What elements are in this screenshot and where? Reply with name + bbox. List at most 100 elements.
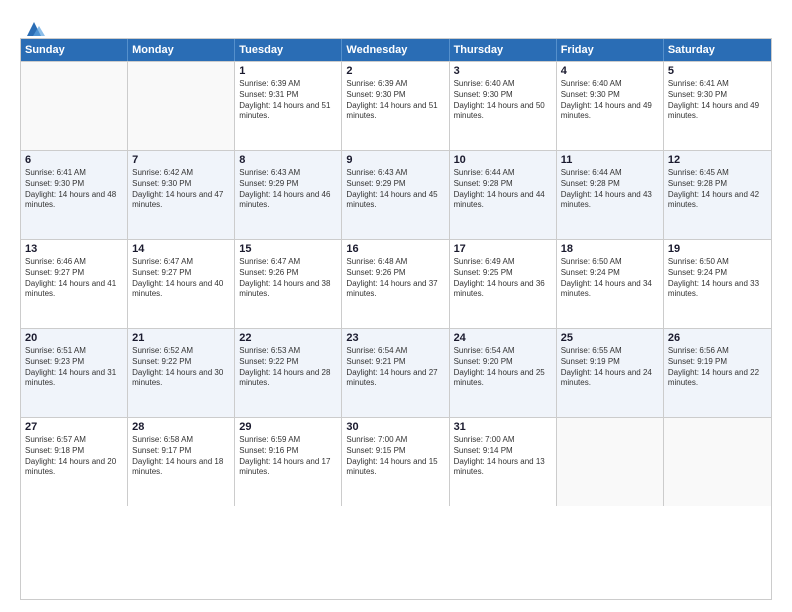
cell-info: Sunrise: 6:50 AM Sunset: 9:24 PM Dayligh… — [668, 257, 767, 300]
day-number: 12 — [668, 154, 767, 166]
cell-info: Sunrise: 6:47 AM Sunset: 9:26 PM Dayligh… — [239, 257, 337, 300]
calendar-cell: 25 Sunrise: 6:55 AM Sunset: 9:19 PM Dayli… — [557, 329, 664, 417]
calendar-cell: 12 Sunrise: 6:45 AM Sunset: 9:28 PM Dayli… — [664, 151, 771, 239]
day-number: 19 — [668, 243, 767, 255]
day-number: 8 — [239, 154, 337, 166]
calendar-cell: 26Sunrise: 6:56 AM Sunset: 9:19 PM Dayli… — [664, 329, 771, 417]
calendar-row: 27 Sunrise: 6:57 AM Sunset: 9:18 PM Dayli… — [21, 417, 771, 506]
cell-info: Sunrise: 7:00 AM Sunset: 9:14 PM Dayligh… — [454, 435, 552, 478]
day-number: 9 — [346, 154, 444, 166]
day-number: 15 — [239, 243, 337, 255]
day-number: 10 — [454, 154, 552, 166]
calendar-header: SundayMondayTuesdayWednesdayThursdayFrid… — [21, 39, 771, 61]
day-number: 27 — [25, 421, 123, 433]
cell-info: Sunrise: 6:56 AM Sunset: 9:19 PM Dayligh… — [668, 346, 767, 389]
calendar-cell: 6 Sunrise: 6:41 AM Sunset: 9:30 PM Daylig… — [21, 151, 128, 239]
logo — [20, 18, 45, 28]
cell-info: Sunrise: 6:45 AM Sunset: 9:28 PM Dayligh… — [668, 168, 767, 211]
day-number: 14 — [132, 243, 230, 255]
calendar-row: 1 Sunrise: 6:39 AM Sunset: 9:31 PM Daylig… — [21, 61, 771, 150]
weekday-header: Thursday — [450, 39, 557, 61]
calendar-cell: 27 Sunrise: 6:57 AM Sunset: 9:18 PM Dayli… — [21, 418, 128, 506]
cell-info: Sunrise: 6:54 AM Sunset: 9:20 PM Dayligh… — [454, 346, 552, 389]
cell-info: Sunrise: 6:51 AM Sunset: 9:23 PM Dayligh… — [25, 346, 123, 389]
calendar-cell: 13 Sunrise: 6:46 AM Sunset: 9:27 PM Dayli… — [21, 240, 128, 328]
day-number: 24 — [454, 332, 552, 344]
day-number: 2 — [346, 65, 444, 77]
cell-info: Sunrise: 7:00 AM Sunset: 9:15 PM Dayligh… — [346, 435, 444, 478]
calendar-cell: 22 Sunrise: 6:53 AM Sunset: 9:22 PM Dayli… — [235, 329, 342, 417]
cell-info: Sunrise: 6:47 AM Sunset: 9:27 PM Dayligh… — [132, 257, 230, 300]
calendar-cell — [21, 62, 128, 150]
logo-icon — [23, 18, 45, 40]
cell-info: Sunrise: 6:42 AM Sunset: 9:30 PM Dayligh… — [132, 168, 230, 211]
day-number: 16 — [346, 243, 444, 255]
day-number: 22 — [239, 332, 337, 344]
day-number: 28 — [132, 421, 230, 433]
calendar-body: 1 Sunrise: 6:39 AM Sunset: 9:31 PM Daylig… — [21, 61, 771, 506]
calendar-cell: 3 Sunrise: 6:40 AM Sunset: 9:30 PM Daylig… — [450, 62, 557, 150]
cell-info: Sunrise: 6:43 AM Sunset: 9:29 PM Dayligh… — [346, 168, 444, 211]
cell-info: Sunrise: 6:55 AM Sunset: 9:19 PM Dayligh… — [561, 346, 659, 389]
day-number: 13 — [25, 243, 123, 255]
weekday-header: Friday — [557, 39, 664, 61]
day-number: 20 — [25, 332, 123, 344]
calendar-cell: 20 Sunrise: 6:51 AM Sunset: 9:23 PM Dayli… — [21, 329, 128, 417]
cell-info: Sunrise: 6:53 AM Sunset: 9:22 PM Dayligh… — [239, 346, 337, 389]
cell-info: Sunrise: 6:40 AM Sunset: 9:30 PM Dayligh… — [454, 79, 552, 122]
calendar-cell: 30Sunrise: 7:00 AM Sunset: 9:15 PM Dayli… — [342, 418, 449, 506]
cell-info: Sunrise: 6:52 AM Sunset: 9:22 PM Dayligh… — [132, 346, 230, 389]
day-number: 4 — [561, 65, 659, 77]
calendar-row: 13 Sunrise: 6:46 AM Sunset: 9:27 PM Dayli… — [21, 239, 771, 328]
cell-info: Sunrise: 6:49 AM Sunset: 9:25 PM Dayligh… — [454, 257, 552, 300]
day-number: 18 — [561, 243, 659, 255]
cell-info: Sunrise: 6:46 AM Sunset: 9:27 PM Dayligh… — [25, 257, 123, 300]
cell-info: Sunrise: 6:44 AM Sunset: 9:28 PM Dayligh… — [561, 168, 659, 211]
calendar: SundayMondayTuesdayWednesdayThursdayFrid… — [20, 38, 772, 600]
calendar-cell: 5 Sunrise: 6:41 AM Sunset: 9:30 PM Daylig… — [664, 62, 771, 150]
cell-info: Sunrise: 6:39 AM Sunset: 9:30 PM Dayligh… — [346, 79, 444, 122]
calendar-cell: 11 Sunrise: 6:44 AM Sunset: 9:28 PM Dayli… — [557, 151, 664, 239]
calendar-cell: 9 Sunrise: 6:43 AM Sunset: 9:29 PM Daylig… — [342, 151, 449, 239]
calendar-cell — [557, 418, 664, 506]
calendar-cell: 8Sunrise: 6:43 AM Sunset: 9:29 PM Daylig… — [235, 151, 342, 239]
day-number: 23 — [346, 332, 444, 344]
calendar-cell: 17 Sunrise: 6:49 AM Sunset: 9:25 PM Dayli… — [450, 240, 557, 328]
cell-info: Sunrise: 6:57 AM Sunset: 9:18 PM Dayligh… — [25, 435, 123, 478]
calendar-cell: 21Sunrise: 6:52 AM Sunset: 9:22 PM Dayli… — [128, 329, 235, 417]
calendar-cell: 31Sunrise: 7:00 AM Sunset: 9:14 PM Dayli… — [450, 418, 557, 506]
weekday-header: Sunday — [21, 39, 128, 61]
day-number: 5 — [668, 65, 767, 77]
cell-info: Sunrise: 6:50 AM Sunset: 9:24 PM Dayligh… — [561, 257, 659, 300]
day-number: 3 — [454, 65, 552, 77]
day-number: 29 — [239, 421, 337, 433]
calendar-cell: 1 Sunrise: 6:39 AM Sunset: 9:31 PM Daylig… — [235, 62, 342, 150]
cell-info: Sunrise: 6:41 AM Sunset: 9:30 PM Dayligh… — [668, 79, 767, 122]
weekday-header: Monday — [128, 39, 235, 61]
calendar-cell — [128, 62, 235, 150]
calendar-cell: 15 Sunrise: 6:47 AM Sunset: 9:26 PM Dayli… — [235, 240, 342, 328]
calendar-cell — [664, 418, 771, 506]
day-number: 11 — [561, 154, 659, 166]
weekday-header: Wednesday — [342, 39, 449, 61]
cell-info: Sunrise: 6:58 AM Sunset: 9:17 PM Dayligh… — [132, 435, 230, 478]
header — [20, 18, 772, 28]
day-number: 17 — [454, 243, 552, 255]
calendar-cell: 18 Sunrise: 6:50 AM Sunset: 9:24 PM Dayli… — [557, 240, 664, 328]
calendar-cell: 14 Sunrise: 6:47 AM Sunset: 9:27 PM Dayli… — [128, 240, 235, 328]
cell-info: Sunrise: 6:41 AM Sunset: 9:30 PM Dayligh… — [25, 168, 123, 211]
cell-info: Sunrise: 6:54 AM Sunset: 9:21 PM Dayligh… — [346, 346, 444, 389]
day-number: 25 — [561, 332, 659, 344]
day-number: 1 — [239, 65, 337, 77]
cell-info: Sunrise: 6:48 AM Sunset: 9:26 PM Dayligh… — [346, 257, 444, 300]
calendar-cell: 19 Sunrise: 6:50 AM Sunset: 9:24 PM Dayli… — [664, 240, 771, 328]
cell-info: Sunrise: 6:39 AM Sunset: 9:31 PM Dayligh… — [239, 79, 337, 122]
calendar-row: 6 Sunrise: 6:41 AM Sunset: 9:30 PM Daylig… — [21, 150, 771, 239]
day-number: 6 — [25, 154, 123, 166]
cell-info: Sunrise: 6:59 AM Sunset: 9:16 PM Dayligh… — [239, 435, 337, 478]
calendar-cell: 24 Sunrise: 6:54 AM Sunset: 9:20 PM Dayli… — [450, 329, 557, 417]
cell-info: Sunrise: 6:40 AM Sunset: 9:30 PM Dayligh… — [561, 79, 659, 122]
weekday-header: Tuesday — [235, 39, 342, 61]
cell-info: Sunrise: 6:44 AM Sunset: 9:28 PM Dayligh… — [454, 168, 552, 211]
calendar-cell: 2 Sunrise: 6:39 AM Sunset: 9:30 PM Daylig… — [342, 62, 449, 150]
